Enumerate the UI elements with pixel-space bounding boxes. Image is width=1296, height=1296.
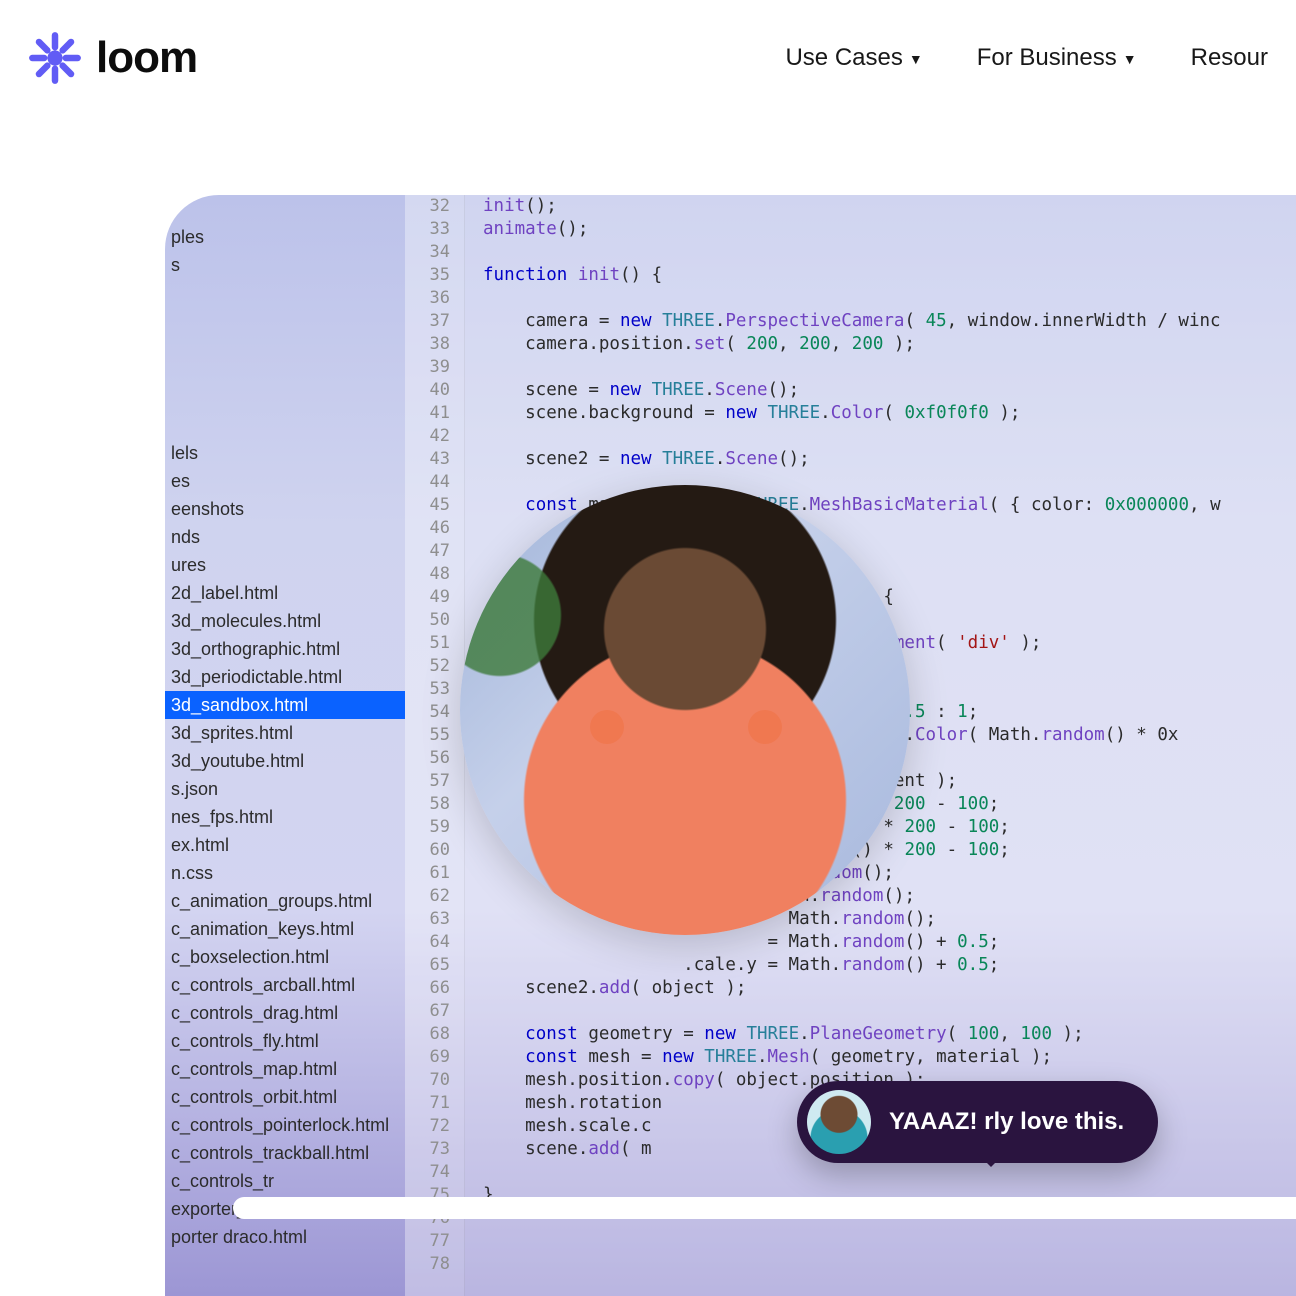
file-tree-item[interactable]: c_animation_keys.html [165,915,405,943]
comment-text: YAAAZ! rly love this. [889,1108,1124,1136]
file-tree-item[interactable]: es [165,467,405,495]
file-tree-item[interactable]: c_controls_drag.html [165,999,405,1027]
nav-links: Use Cases ▼ For Business ▼ Resour [785,44,1268,72]
file-tree-item[interactable]: 3d_periodictable.html [165,663,405,691]
file-tree-item[interactable]: 2d_label.html [165,579,405,607]
line-number-gutter: 3233343536373839404142434445464748495051… [405,195,465,1296]
file-tree-item[interactable]: c_controls_arcball.html [165,971,405,999]
file-tree-item[interactable]: porter draco.html [165,1223,405,1251]
file-tree-item[interactable]: s [165,251,405,279]
file-tree-item[interactable]: nds [165,523,405,551]
file-tree-item[interactable]: nes_fps.html [165,803,405,831]
chevron-down-icon: ▼ [909,51,923,67]
nav-item-label: Use Cases [785,44,902,72]
file-tree-item[interactable]: 3d_sprites.html [165,719,405,747]
file-tree-item[interactable]: eenshots [165,495,405,523]
file-tree-item[interactable]: c_animation_groups.html [165,887,405,915]
nav-resources[interactable]: Resour [1191,44,1268,72]
nav-use-cases[interactable]: Use Cases ▼ [785,44,922,72]
file-tree-item[interactable]: c_boxselection.html [165,943,405,971]
file-tree-item[interactable]: 3d_molecules.html [165,607,405,635]
file-tree-item[interactable]: ures [165,551,405,579]
nav-for-business[interactable]: For Business ▼ [977,44,1137,72]
top-nav: loom Use Cases ▼ For Business ▼ Resour [0,18,1296,98]
file-tree-item[interactable]: ples [165,223,405,251]
file-tree-item[interactable]: ex.html [165,831,405,859]
file-tree-item[interactable]: c_controls_trackball.html [165,1139,405,1167]
file-tree-item[interactable]: 3d_sandbox.html [165,691,405,719]
nav-item-label: Resour [1191,44,1268,72]
file-tree-item[interactable]: c_controls_tr [165,1167,405,1195]
file-tree-item[interactable]: c_controls_map.html [165,1055,405,1083]
file-tree-item[interactable]: lels [165,439,405,467]
file-tree-item[interactable]: s.json [165,775,405,803]
file-tree: rpless lelseseenshotsndsures2d_label.htm… [165,195,405,1296]
file-tree-item[interactable]: r [165,195,405,223]
hero-video-card: rpless lelseseenshotsndsures2d_label.htm… [165,195,1296,1296]
commenter-avatar [807,1090,871,1154]
chevron-down-icon: ▼ [1123,51,1137,67]
viewer-comment-bubble[interactable]: YAAAZ! rly love this. [797,1081,1158,1163]
file-tree-item[interactable]: c_controls_orbit.html [165,1083,405,1111]
nav-item-label: For Business [977,44,1117,72]
video-progress-bar[interactable] [233,1197,1296,1219]
file-tree-item[interactable]: n.css [165,859,405,887]
file-tree-item[interactable]: c_controls_fly.html [165,1027,405,1055]
loom-logo-icon [28,31,82,85]
brand[interactable]: loom [28,31,197,85]
file-tree-item[interactable]: c_controls_pointerlock.html [165,1111,405,1139]
file-tree-item[interactable]: 3d_youtube.html [165,747,405,775]
presenter-webcam-bubble [460,485,910,935]
file-tree-item[interactable]: 3d_orthographic.html [165,635,405,663]
brand-wordmark: loom [96,33,197,83]
